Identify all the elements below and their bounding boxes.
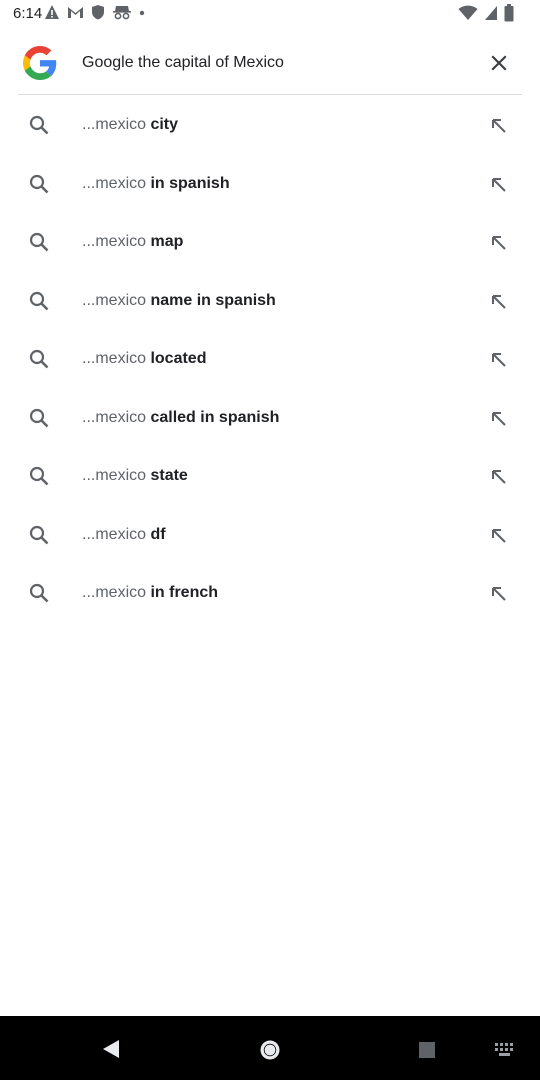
- fill-query-arrow-icon[interactable]: [486, 464, 512, 490]
- search-icon: [28, 173, 50, 195]
- search-input[interactable]: Google the capital of Mexico: [82, 54, 284, 72]
- suggestion-item[interactable]: ...mexico called in spanish: [0, 389, 540, 448]
- search-divider: [18, 94, 522, 95]
- alert-icon: [44, 4, 60, 20]
- suggestion-text: ...mexico in french: [82, 584, 219, 601]
- suggestion-item[interactable]: ...mexico map: [0, 213, 540, 272]
- signal-icon: [484, 5, 498, 21]
- status-bar: 6:14: [0, 0, 540, 30]
- suggestion-text: ...mexico called in spanish: [82, 408, 280, 426]
- search-icon: [28, 407, 50, 429]
- suggestion-item[interactable]: ...mexico df: [0, 506, 540, 565]
- status-time: 6:14: [13, 5, 43, 22]
- search-icon: [28, 582, 50, 604]
- suggestion-text: ...mexico in spanish: [82, 174, 230, 192]
- suggestion-item[interactable]: ...mexico in french: [0, 564, 540, 623]
- search-icon: [28, 290, 50, 312]
- home-icon[interactable]: [258, 1038, 282, 1067]
- dot-icon: [139, 4, 145, 20]
- suggestion-item[interactable]: ...mexico located: [0, 330, 540, 389]
- suggestion-item[interactable]: ...mexico state: [0, 447, 540, 506]
- search-icon: [28, 465, 50, 487]
- status-left-icons: [44, 4, 152, 20]
- suggestion-item[interactable]: ...mexico name in spanish: [0, 272, 540, 331]
- suggestion-text: ...mexico city: [82, 116, 179, 133]
- back-icon[interactable]: [101, 1038, 121, 1065]
- recents-icon[interactable]: [418, 1041, 436, 1064]
- search-icon: [28, 114, 50, 136]
- fill-query-arrow-icon[interactable]: [486, 113, 512, 139]
- shield-icon: [91, 4, 105, 20]
- navigation-bar: [0, 1016, 540, 1080]
- suggestions-list: ...mexico city ...mexico in spanish ...m…: [0, 96, 540, 623]
- fill-query-arrow-icon[interactable]: [486, 172, 512, 198]
- suggestion-text: ...mexico state: [82, 467, 188, 484]
- gmail-icon: [67, 5, 84, 19]
- search-icon: [28, 231, 50, 253]
- battery-icon: [504, 4, 514, 22]
- wifi-icon: [458, 5, 478, 21]
- fill-query-arrow-icon[interactable]: [486, 523, 512, 549]
- search-icon: [28, 348, 50, 370]
- search-bar: Google the capital of Mexico: [0, 36, 540, 92]
- suggestion-text: ...mexico name in spanish: [82, 291, 276, 309]
- fill-query-arrow-icon[interactable]: [486, 289, 512, 315]
- clear-search-button[interactable]: [484, 50, 514, 80]
- suggestion-item[interactable]: ...mexico city: [0, 96, 540, 155]
- suggestion-item[interactable]: ...mexico in spanish: [0, 155, 540, 214]
- suggestion-text: ...mexico map: [82, 233, 184, 250]
- close-icon: [491, 54, 507, 76]
- status-right-icons: [452, 4, 514, 22]
- fill-query-arrow-icon[interactable]: [486, 406, 512, 432]
- keyboard-icon[interactable]: [494, 1042, 516, 1063]
- suggestion-text: ...mexico df: [82, 525, 166, 543]
- incognito-icon: [112, 4, 132, 20]
- search-icon: [28, 524, 50, 546]
- fill-query-arrow-icon[interactable]: [486, 230, 512, 256]
- suggestion-text: ...mexico located: [82, 350, 207, 367]
- fill-query-arrow-icon[interactable]: [486, 347, 512, 373]
- fill-query-arrow-icon[interactable]: [486, 581, 512, 607]
- google-logo-icon: [23, 46, 57, 80]
